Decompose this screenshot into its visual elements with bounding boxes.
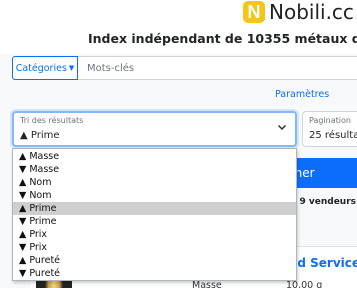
chevron-down-icon — [277, 122, 287, 135]
result-attribute-label: Masse — [192, 280, 222, 288]
keywords-input[interactable] — [78, 56, 357, 80]
sort-label: Tri des résultats — [20, 116, 84, 125]
categories-label: Catégories — [15, 62, 67, 74]
pagination-label: Pagination — [309, 116, 351, 125]
sort-option[interactable]: ▲ Prix — [13, 228, 296, 241]
sort-option[interactable]: ▼ Nom — [13, 189, 296, 202]
sort-option[interactable]: ▼ Pureté — [13, 267, 296, 280]
sort-value: ▲ Prime — [20, 130, 60, 141]
logo[interactable]: N Nobili.cc — [243, 0, 354, 24]
sort-options-list: ▲ Masse ▼ Masse ▲ Nom ▼ Nom ▲ Prime ▼ Pr… — [12, 148, 297, 281]
logo-mark-icon: N — [243, 1, 265, 23]
pagination-value: 25 résultats — [309, 130, 357, 141]
sort-select[interactable]: Tri des résultats ▲ Prime — [12, 111, 297, 147]
sort-option[interactable]: ▲ Masse — [13, 150, 296, 163]
sort-option[interactable]: ▲ Pureté — [13, 254, 296, 267]
logo-text: Nobili.cc — [269, 0, 354, 24]
sort-option[interactable]: ▲ Prime — [13, 202, 296, 215]
result-attribute-value: 10,00 g — [286, 280, 323, 288]
sort-option[interactable]: ▼ Prix — [13, 241, 296, 254]
pagination-select[interactable]: Pagination 25 résultats — [302, 111, 357, 147]
sort-option[interactable]: ▲ Nom — [13, 176, 296, 189]
header: N Nobili.cc Index indépendant de 10355 m… — [0, 0, 357, 54]
categories-dropdown-button[interactable]: Catégories ▼ — [12, 56, 78, 80]
parameters-link[interactable]: Paramètres — [275, 89, 329, 100]
sort-option[interactable]: ▼ Masse — [13, 163, 296, 176]
page-tagline: Index indépendant de 10355 métaux d'inve… — [88, 31, 357, 46]
sort-option[interactable]: ▼ Prime — [13, 215, 296, 228]
search-bar: Catégories ▼ — [0, 56, 357, 80]
caret-down-icon: ▼ — [68, 64, 75, 72]
page: N Nobili.cc Index indépendant de 10355 m… — [0, 0, 357, 288]
